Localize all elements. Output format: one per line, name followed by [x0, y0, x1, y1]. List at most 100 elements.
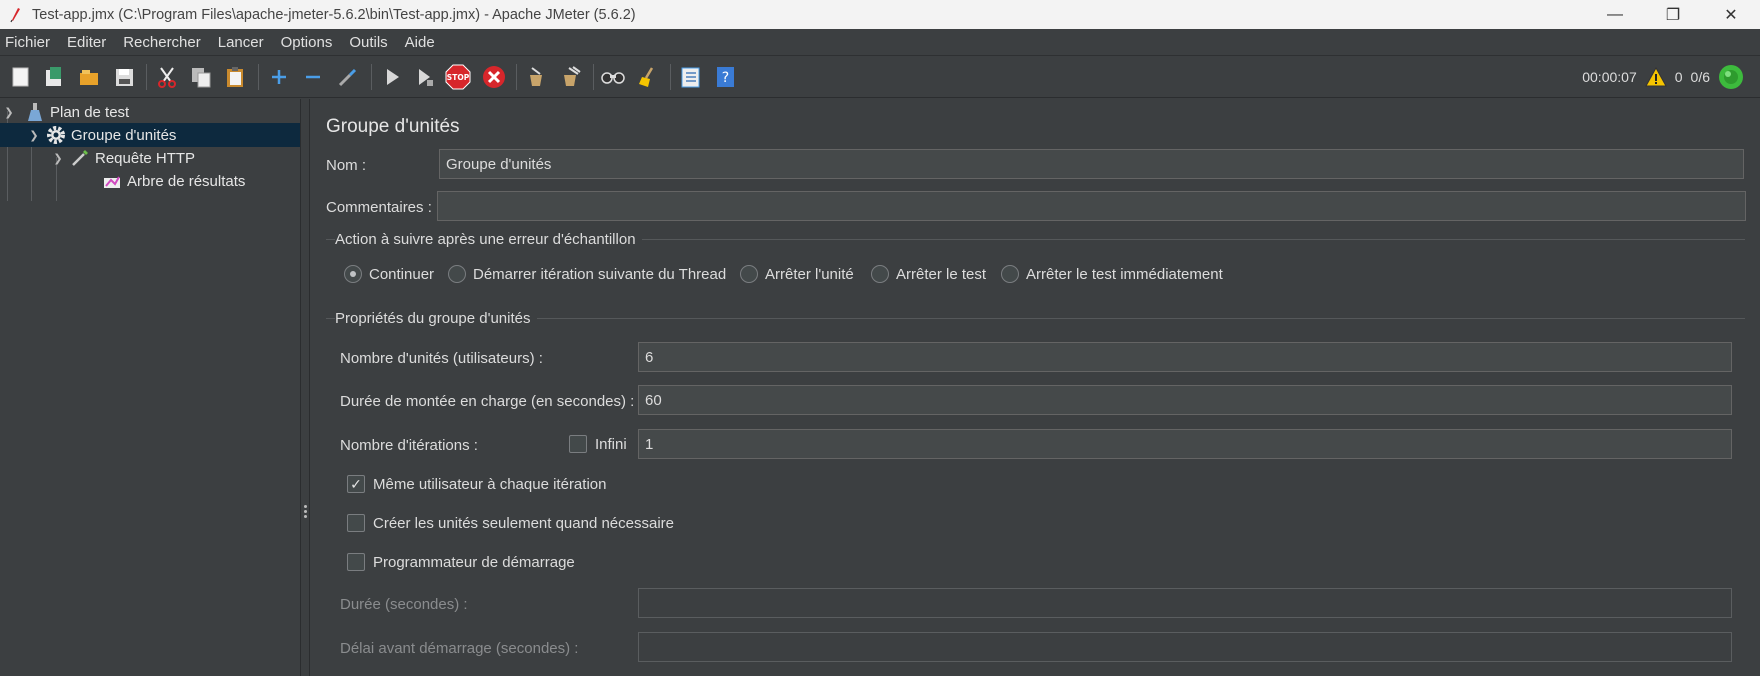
radio-stop-thread[interactable]: Arrêter l'unité [740, 265, 854, 283]
menu-bar: Fichier Editer Rechercher Lancer Options… [0, 29, 1760, 56]
startup-delay-label: Délai avant démarrage (secondes) : [340, 640, 579, 657]
checkbox-label: Programmateur de démarrage [373, 553, 575, 571]
svg-text:STOP: STOP [447, 73, 470, 82]
test-plan-icon [24, 101, 46, 123]
startup-delay-field[interactable] [638, 632, 1732, 662]
stop-icon[interactable]: STOP [443, 62, 473, 92]
tree-item-label: Arbre de résultats [127, 172, 246, 190]
name-label: Nom : [326, 157, 367, 174]
name-field[interactable]: Groupe d'unités [439, 149, 1744, 179]
tree-item-test-plan[interactable]: ❯ Plan de test [2, 100, 301, 124]
copy-icon[interactable] [186, 62, 216, 92]
radio-continue[interactable]: Continuer [344, 265, 434, 283]
checkbox-unchecked-icon[interactable] [347, 514, 365, 532]
checkmark-icon[interactable]: ✓ [347, 475, 365, 493]
help-icon[interactable]: ? [710, 62, 740, 92]
same-user-checkbox[interactable]: ✓ Même utilisateur à chaque itération [347, 475, 606, 493]
tree-item-label: Groupe d'unités [71, 126, 177, 144]
open-icon[interactable] [74, 62, 104, 92]
results-tree-icon [101, 170, 123, 192]
tree-item-results-tree[interactable]: Arbre de résultats [0, 169, 300, 193]
start-no-pause-icon[interactable] [409, 62, 439, 92]
menu-aide[interactable]: Aide [405, 34, 435, 51]
menu-options[interactable]: Options [281, 34, 333, 51]
loops-label: Nombre d'itérations : [340, 437, 478, 454]
window-title: Test-app.jmx (C:\Program Files\apache-jm… [32, 6, 636, 23]
radio-stop-test[interactable]: Arrêter le test [871, 265, 986, 283]
radio-unselected-icon[interactable] [448, 265, 466, 283]
jmeter-feather-icon [10, 7, 20, 22]
tree-item-label: Plan de test [50, 103, 130, 121]
comments-label: Commentaires : [326, 199, 432, 216]
duration-field[interactable] [638, 588, 1732, 618]
clear-icon[interactable] [521, 62, 551, 92]
radio-start-next-iteration[interactable]: Démarrer itération suivante du Thread [448, 265, 726, 283]
chevron-down-icon[interactable]: ❯ [27, 129, 41, 142]
toolbar: STOP ? 00:00:07 0 0/6 [0, 56, 1760, 98]
loops-field[interactable]: 1 [638, 429, 1732, 459]
threads-field[interactable]: 6 [638, 342, 1732, 372]
chevron-down-icon[interactable]: ❯ [51, 152, 65, 165]
thread-group-panel: Groupe d'unités Nom : Groupe d'unités Co… [311, 99, 1760, 676]
menu-editer[interactable]: Editer [67, 34, 106, 51]
checkbox-unchecked-icon[interactable] [569, 435, 587, 453]
run-status-indicator-icon [1719, 65, 1743, 89]
radio-label: Démarrer itération suivante du Thread [473, 265, 727, 283]
radio-unselected-icon[interactable] [1001, 265, 1019, 283]
function-helper-icon[interactable] [675, 62, 705, 92]
gear-icon [45, 124, 67, 146]
page-title: Groupe d'unités [326, 116, 460, 137]
chevron-down-icon[interactable]: ❯ [2, 106, 16, 119]
radio-stop-test-now[interactable]: Arrêter le test immédiatement [1001, 265, 1223, 283]
comments-field[interactable] [437, 191, 1746, 221]
new-icon[interactable] [6, 62, 36, 92]
menu-rechercher[interactable]: Rechercher [123, 34, 201, 51]
pipette-icon [69, 147, 91, 169]
error-action-section-title: Action à suivre après une erreur d'échan… [335, 231, 642, 248]
splitter-handle-icon[interactable] [304, 505, 307, 520]
toggle-icon[interactable] [333, 62, 363, 92]
paste-icon[interactable] [220, 62, 250, 92]
checkbox-label: Créer les unités seulement quand nécessa… [373, 514, 675, 532]
tree-item-label: Requête HTTP [95, 149, 196, 167]
close-button[interactable]: ✕ [1702, 0, 1760, 29]
tree-item-http-request[interactable]: ❯ Requête HTTP [0, 146, 300, 170]
warning-icon[interactable] [1644, 67, 1667, 87]
start-icon[interactable] [377, 62, 407, 92]
test-plan-tree: ❯ Plan de test ❯ Groupe d'unités ❯ Requê… [0, 99, 301, 676]
radio-label: Continuer [369, 265, 435, 283]
collapse-icon[interactable] [298, 62, 328, 92]
clear-all-icon[interactable] [556, 62, 586, 92]
rampup-field[interactable]: 60 [638, 385, 1732, 415]
active-threads-count: 0/6 [1690, 69, 1710, 85]
radio-unselected-icon[interactable] [871, 265, 889, 283]
title-bar: Test-app.jmx (C:\Program Files\apache-jm… [0, 0, 1760, 29]
shutdown-icon[interactable] [479, 62, 509, 92]
menu-lancer[interactable]: Lancer [218, 34, 264, 51]
maximize-button[interactable]: ❐ [1644, 0, 1702, 29]
reset-search-icon[interactable] [633, 62, 663, 92]
minimize-button[interactable]: — [1586, 0, 1644, 29]
panel-splitter[interactable] [301, 99, 310, 676]
status-area: 00:00:07 0 0/6 [1582, 62, 1744, 92]
radio-label: Arrêter l'unité [765, 265, 854, 283]
save-icon[interactable] [109, 62, 139, 92]
search-icon[interactable] [598, 62, 628, 92]
delay-thread-creation-checkbox[interactable]: Créer les unités seulement quand nécessa… [347, 514, 674, 532]
elapsed-timer: 00:00:07 [1582, 69, 1637, 85]
radio-label: Arrêter le test immédiatement [1026, 265, 1223, 283]
templates-icon[interactable] [39, 62, 69, 92]
infinite-checkbox[interactable]: Infini [569, 435, 627, 453]
menu-fichier[interactable]: Fichier [5, 34, 50, 51]
radio-unselected-icon[interactable] [740, 265, 758, 283]
tree-item-thread-group[interactable]: ❯ Groupe d'unités [0, 123, 300, 147]
radio-selected-icon[interactable] [344, 265, 362, 283]
radio-label: Arrêter le test [896, 265, 987, 283]
expand-icon[interactable] [264, 62, 294, 92]
checkbox-unchecked-icon[interactable] [347, 553, 365, 571]
menu-outils[interactable]: Outils [349, 34, 387, 51]
threads-label: Nombre d'unités (utilisateurs) : [340, 350, 543, 367]
cut-icon[interactable] [152, 62, 182, 92]
checkbox-label: Même utilisateur à chaque itération [373, 475, 607, 493]
scheduler-checkbox[interactable]: Programmateur de démarrage [347, 553, 575, 571]
